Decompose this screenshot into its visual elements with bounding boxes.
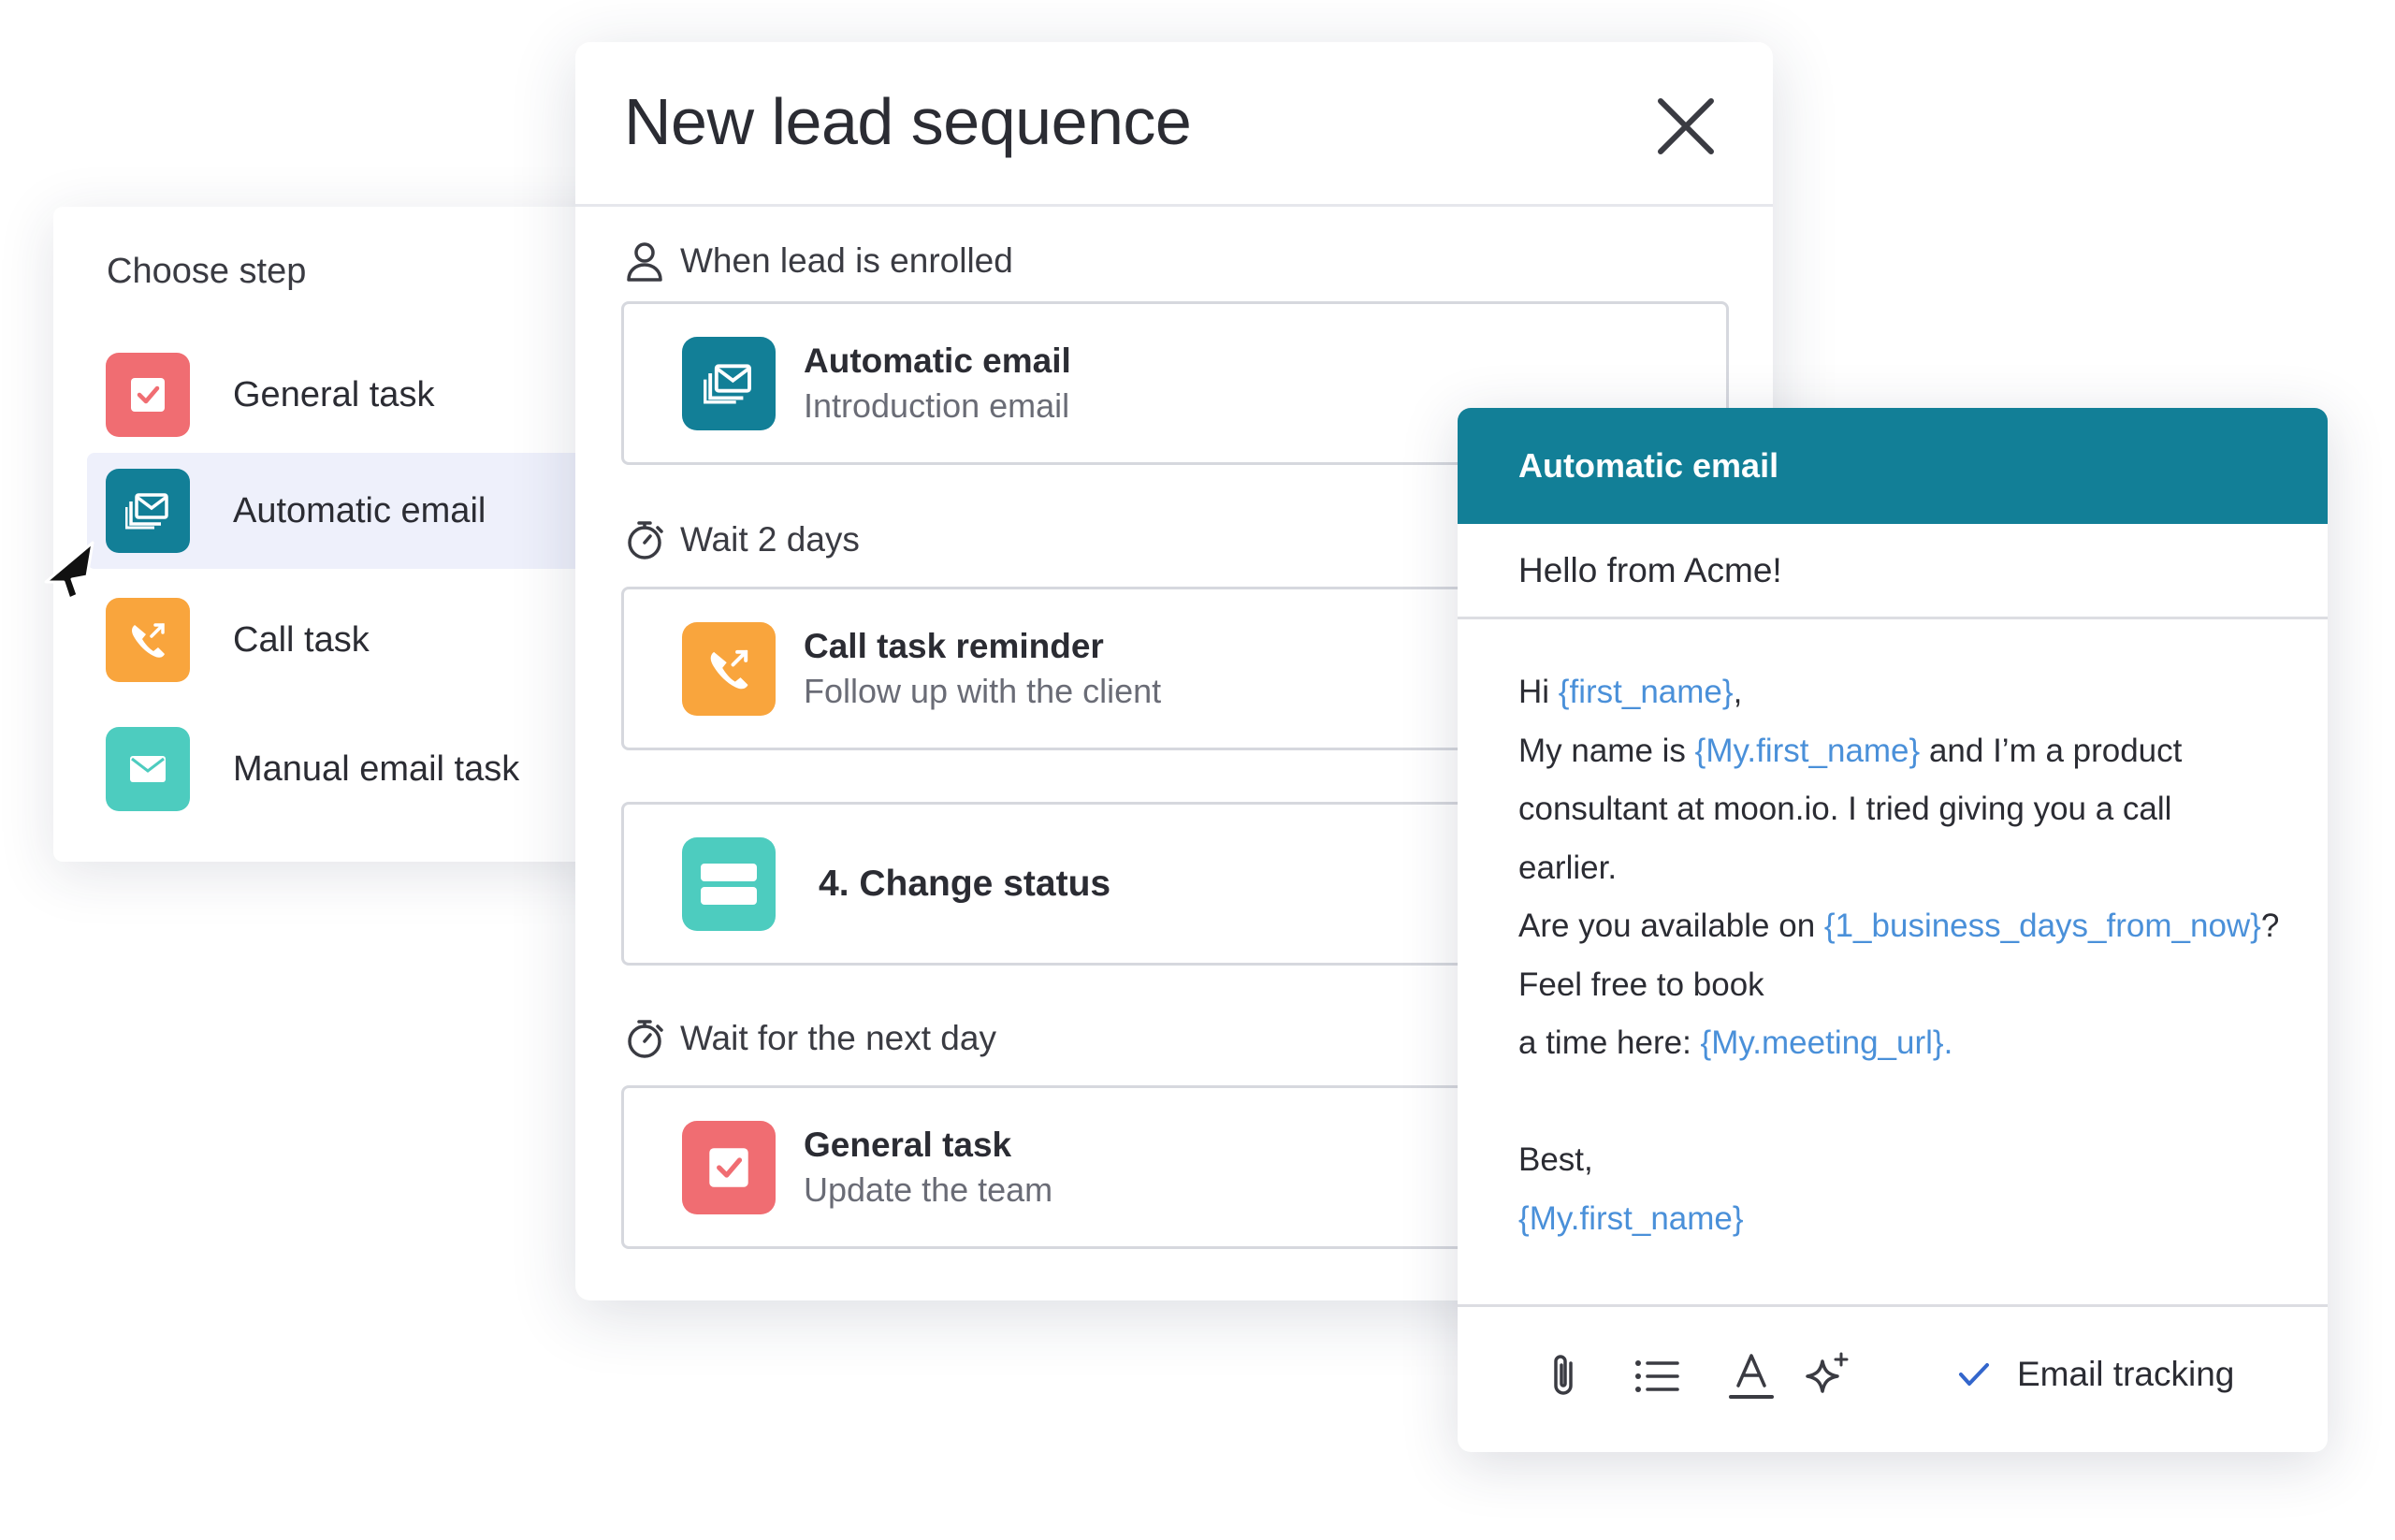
email-stack-icon [106, 469, 190, 553]
email-subject-field[interactable]: Hello from Acme! [1458, 524, 2328, 619]
body-line: Best, [1518, 1141, 1593, 1178]
phone-icon [106, 598, 190, 682]
modal-header: New lead sequence [575, 42, 1773, 207]
body-line: My name is {My.first_name} and I’m a pro… [1518, 732, 2183, 769]
paperclip-icon[interactable] [1537, 1348, 1593, 1404]
choose-step-title: Choose step [107, 252, 307, 291]
trigger-text: Wait for the next day [680, 1019, 996, 1057]
template-variable: {My.first_name} [1694, 732, 1921, 769]
checkbox-icon [682, 1120, 776, 1214]
step-title: Automatic email [804, 341, 1071, 380]
trigger-label: Wait 2 days [624, 519, 860, 560]
email-tracking-label: Email tracking [2017, 1355, 2235, 1393]
body-line: Feel free to book [1518, 966, 1764, 1003]
trigger-label: Wait for the next day [624, 1018, 996, 1059]
chooser-item-automatic-email[interactable]: Automatic email [87, 453, 648, 569]
step-subtitle: Introduction email [804, 385, 1070, 425]
trigger-label: When lead is enrolled [624, 240, 1013, 282]
chooser-item-label: Manual email task [233, 748, 520, 789]
mouse-cursor-icon [44, 541, 94, 601]
email-header-title: Automatic email [1518, 446, 1779, 485]
close-icon[interactable] [1651, 92, 1720, 161]
email-toolbar: Email tracking [1458, 1304, 2328, 1452]
template-variable: {first_name} [1558, 674, 1734, 710]
body-line: Are you available on {1_business_days_fr… [1518, 908, 2280, 944]
email-header: Automatic email [1458, 408, 2328, 524]
body-line: Hi {first_name}, [1518, 674, 1743, 710]
text-color-icon[interactable] [1723, 1348, 1779, 1404]
template-variable: {1_business_days_from_now} [1823, 908, 2261, 944]
step-subtitle: Follow up with the client [804, 671, 1162, 710]
template-variable: {My.first_name} [1518, 1199, 1744, 1237]
email-body-editor[interactable]: Hi {first_name}, My name is {My.first_na… [1458, 619, 2328, 1248]
trigger-text: When lead is enrolled [680, 241, 1013, 280]
envelope-icon [106, 727, 190, 811]
email-editor-panel: Automatic email Hello from Acme! Hi {fir… [1458, 408, 2328, 1452]
body-line: a time here: {My.meeting_url}. [1518, 1024, 1953, 1061]
chooser-item-call-task[interactable]: Call task [87, 582, 648, 698]
body-line: earlier. [1518, 849, 1618, 886]
template-variable: {My.meeting_url}. [1700, 1024, 1953, 1061]
chooser-item-general-task[interactable]: General task [87, 337, 648, 453]
body-line: consultant at moon.io. I tried giving yo… [1518, 791, 2172, 827]
chooser-item-label: General task [233, 374, 435, 414]
stopwatch-icon [628, 1020, 663, 1058]
email-tracking-toggle[interactable]: Email tracking [1953, 1354, 2234, 1395]
chooser-item-label: Call task [233, 619, 370, 660]
trigger-text: Wait 2 days [680, 520, 860, 559]
bullet-list-icon[interactable] [1629, 1348, 1685, 1404]
person-icon [627, 242, 662, 282]
phone-icon [682, 621, 776, 716]
ai-sparkle-icon[interactable] [1800, 1348, 1856, 1404]
checkmark-icon[interactable] [1953, 1354, 1995, 1395]
modal-title: New lead sequence [624, 85, 1192, 158]
choose-step-panel: Choose step General task Automatic email… [53, 207, 648, 862]
chooser-item-manual-email-task[interactable]: Manual email task [87, 711, 648, 827]
checkbox-icon [106, 353, 190, 437]
step-title: 4. Change status [819, 863, 1111, 904]
stopwatch-icon [628, 521, 663, 559]
chooser-item-label: Automatic email [233, 490, 486, 530]
status-icon [682, 836, 776, 931]
step-title: Call task reminder [804, 626, 1104, 665]
step-subtitle: Update the team [804, 1170, 1053, 1209]
email-stack-icon [682, 336, 776, 430]
step-title: General task [804, 1125, 1012, 1164]
